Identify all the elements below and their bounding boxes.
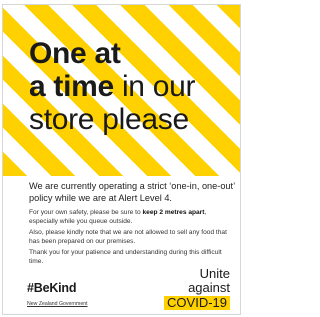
bekind-hashtag: #BeKind (27, 281, 77, 295)
headline-line1: One at (29, 37, 121, 70)
distance-notice-text: For your own safety, please be sure to (29, 209, 143, 216)
distance-notice-emphasis: keep 2 metres apart (142, 209, 205, 216)
headline: One at a time in our store please (29, 37, 239, 136)
nz-government-logo-text: New Zealand Government (27, 301, 88, 307)
thanks-notice: Thank you for your patience and understa… (29, 249, 222, 265)
policy-statement: We are currently operating a strict ‘one… (29, 181, 235, 203)
logo-line2: against (188, 280, 230, 295)
headline-line3: store please (29, 103, 189, 136)
logo-line1: Unite (199, 266, 230, 281)
poster: One at a time in our store please We are… (2, 4, 241, 315)
headline-line2-rest: in our (113, 70, 196, 103)
headline-line2-bold: a time (29, 70, 114, 103)
distance-notice: For your own safety, please be sure to k… (29, 209, 237, 226)
logo-line3: COVID-19 (164, 296, 230, 310)
food-notice: Also, please kindly note that we are not… (29, 229, 227, 245)
unite-against-covid-logo: Unite against COVID-19 (150, 267, 230, 310)
